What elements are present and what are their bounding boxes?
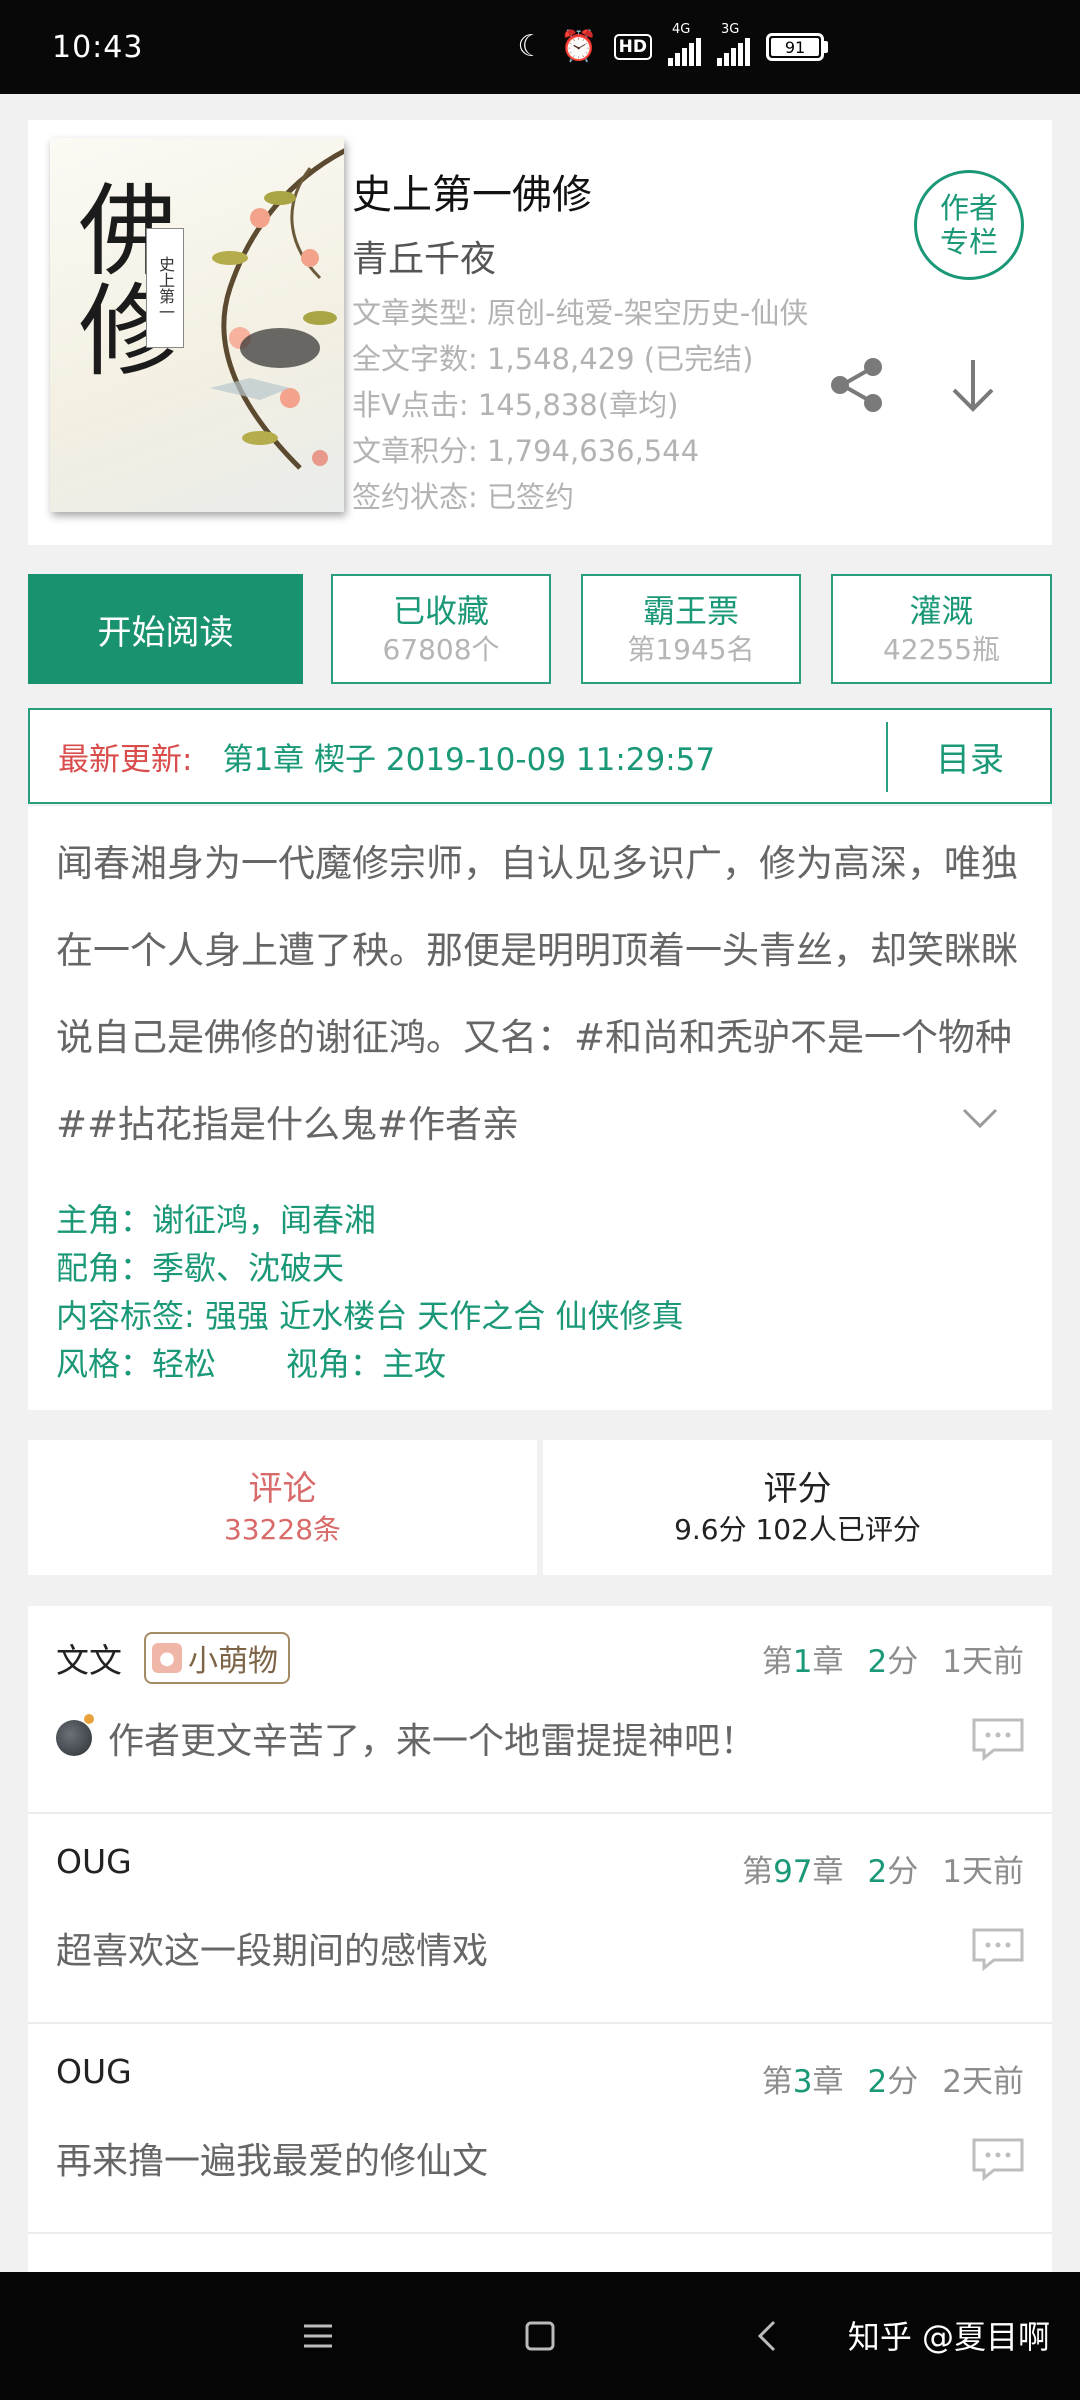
comment-user[interactable]: OUG (56, 1842, 132, 1881)
collect-button[interactable]: 已收藏 67808个 (331, 574, 551, 684)
comment-text: 超喜欢这一段期间的感情戏 (56, 1931, 489, 1972)
tab-rating[interactable]: 评分 9.6分 102人已评分 (543, 1440, 1052, 1575)
comment-rating-tabs: 评论 33228条 评分 9.6分 102人已评分 (28, 1440, 1052, 1575)
alarm-icon: ⏰ (560, 29, 598, 64)
comment-text: 再来撸一遍我最爱的修仙文 (56, 2141, 489, 2182)
water-count: 42255瓶 (882, 633, 1001, 666)
moon-icon: ☾ (517, 29, 545, 64)
protagonists: 主角：谢征鸿，闻春湘 (56, 1201, 377, 1239)
battery-icon: 91 (766, 33, 828, 61)
download-icon[interactable] (946, 356, 1000, 414)
book-details: 史上第一佛修 青丘千夜 文章类型: 原创-纯爱-架空历史-仙侠 全文字数: 1,… (352, 162, 808, 520)
comment-chapter: 97 (773, 1854, 813, 1890)
tab-comments-count: 33228条 (223, 1512, 342, 1546)
overlord-ticket-button[interactable]: 霸王票 第1945名 (581, 574, 801, 684)
paw-icon: ● (152, 1643, 182, 1673)
meta-clicks: 非V点击: 145,838(章均) (352, 388, 679, 422)
comment-time: 1天前 (942, 1854, 1024, 1890)
status-time: 10:43 (52, 29, 144, 65)
water-label: 灌溉 (909, 592, 974, 630)
signal-icon-4g: 4G (668, 22, 701, 66)
comments-list: 文文 ● 小萌物 第1章 2分 1天前 作者更文辛苦了，来一个地雷提提神吧！ OUG… (28, 1606, 1052, 2272)
comment-item[interactable]: OUG 第3章 2分 2天前 再来撸一遍我最爱的修仙文 (28, 2026, 1052, 2234)
system-nav-bar: 知乎 @夏目啊 (0, 2272, 1080, 2400)
comment-user[interactable]: OUG (56, 2052, 132, 2091)
author-column-label: 作者专栏 (939, 191, 998, 259)
status-icons: ☾ ⏰ HD 4G 3G 91 (517, 22, 828, 66)
user-badge-label: 小萌物 (188, 1644, 278, 1679)
battery-level: 91 (771, 38, 819, 57)
perspective: 视角：主攻 (286, 1345, 447, 1383)
status-bar: 10:43 ☾ ⏰ HD 4G 3G 91 (0, 0, 1080, 94)
landmine-icon (56, 1714, 94, 1756)
reply-icon[interactable] (970, 2136, 1026, 2182)
tab-comments[interactable]: 评论 33228条 (28, 1440, 537, 1575)
cover-subtitle: 史上第一 (146, 228, 184, 348)
comment-body: 超喜欢这一段期间的感情戏 (56, 1922, 488, 1974)
comment-score: 2 (867, 1854, 888, 1890)
meta-contract: 签约状态: 已签约 (352, 480, 574, 514)
share-icon[interactable] (828, 356, 886, 414)
ticket-rank: 第1945名 (627, 633, 755, 666)
comment-item[interactable]: OUG 第97章 2分 1天前 超喜欢这一段期间的感情戏 (28, 1816, 1052, 2024)
comment-username: 文文 (56, 1641, 122, 1680)
chevron-down-icon[interactable] (958, 1096, 1002, 1140)
comment-chapter: 3 (792, 2064, 813, 2100)
latest-update-label: 最新更新: (58, 741, 193, 778)
author-column-button[interactable]: 作者专栏 (914, 170, 1024, 280)
home-icon[interactable] (520, 2316, 560, 2356)
comment-username: OUG (56, 1842, 132, 1881)
watermark: 知乎 @夏目啊 (847, 2318, 1050, 2356)
hd-icon: HD (613, 34, 652, 60)
comment-body: 作者更文辛苦了，来一个地雷提提神吧！ (56, 1712, 756, 1764)
latest-update-bar: 最新更新: 第1章 楔子 2019-10-09 11:29:57 目录 (28, 708, 1052, 804)
style: 风格：轻松 (56, 1345, 217, 1383)
comment-score: 2 (867, 1644, 888, 1680)
style-perspective: 风格：轻松 视角：主攻 (56, 1340, 683, 1388)
action-buttons: 开始阅读 已收藏 67808个 霸王票 第1945名 灌溉 42255瓶 (28, 574, 1052, 684)
meta-score: 文章积分: 1,794,636,544 (352, 434, 700, 468)
back-icon[interactable] (748, 2316, 788, 2356)
comment-username: OUG (56, 2052, 132, 2091)
start-reading-button[interactable]: 开始阅读 (28, 574, 303, 684)
cover-art (210, 148, 344, 470)
comment-chapter: 1 (792, 1644, 813, 1680)
comment-text: 作者更文辛苦了，来一个地雷提提神吧！ (108, 1721, 757, 1762)
comment-score: 2 (867, 2064, 888, 2100)
table-of-contents-button[interactable]: 目录 (888, 710, 1052, 802)
reply-icon[interactable] (970, 1716, 1026, 1762)
book-cover[interactable]: 佛修 史上第一 (50, 138, 344, 512)
summary-fade (588, 1076, 988, 1166)
comment-meta: 第97章 2分 1天前 (742, 1854, 1024, 1890)
book-author[interactable]: 青丘千夜 (352, 230, 808, 282)
book-tags: 主角：谢征鸿，闻春湘 配角：季歇、沈破天 内容标签: 强强 近水楼台 天作之合 … (56, 1196, 683, 1388)
content-tags: 内容标签: 强强 近水楼台 天作之合 仙侠修真 (56, 1297, 684, 1335)
tab-rating-label: 评分 (763, 1468, 832, 1509)
book-info-card: 佛修 史上第一 史上第一佛修 青丘千夜 文章类型: 原创-纯爱-架空历史-仙侠 … (28, 120, 1052, 545)
comment-body: 再来撸一遍我最爱的修仙文 (56, 2132, 488, 2184)
comment-item[interactable]: 文文 ● 小萌物 第1章 2分 1天前 作者更文辛苦了，来一个地雷提提神吧！ (28, 1606, 1052, 1814)
comment-time: 2天前 (942, 2064, 1024, 2100)
collect-count: 67808个 (382, 633, 500, 666)
signal-icon-3g: 3G (717, 22, 750, 66)
comment-meta: 第1章 2分 1天前 (761, 1644, 1024, 1680)
tab-comments-label: 评论 (248, 1468, 317, 1509)
book-title: 史上第一佛修 (352, 172, 592, 218)
menu-icon[interactable] (298, 2316, 338, 2356)
tab-rating-value: 9.6分 102人已评分 (674, 1512, 921, 1546)
comment-user[interactable]: 文文 ● 小萌物 (56, 1632, 290, 1684)
meta-genre: 文章类型: 原创-纯爱-架空历史-仙侠 (352, 296, 809, 330)
reply-icon[interactable] (970, 1926, 1026, 1972)
latest-chapter-link[interactable]: 第1章 楔子 2019-10-09 11:29:57 (222, 734, 715, 779)
user-badge: ● 小萌物 (144, 1632, 290, 1684)
summary-card: 闻春湘身为一代魔修宗师，自认见多识广，修为高深，唯独在一个人身上遭了秧。那便是明… (28, 806, 1052, 1410)
irrigate-button[interactable]: 灌溉 42255瓶 (831, 574, 1052, 684)
meta-wordcount: 全文字数: 1,548,429 (已完结) (352, 342, 754, 376)
comment-time: 1天前 (942, 1644, 1024, 1680)
collect-label: 已收藏 (392, 592, 489, 630)
ticket-label: 霸王票 (642, 592, 739, 630)
comment-meta: 第3章 2分 2天前 (761, 2064, 1024, 2100)
supporting-roles: 配角：季歇、沈破天 (56, 1249, 345, 1287)
